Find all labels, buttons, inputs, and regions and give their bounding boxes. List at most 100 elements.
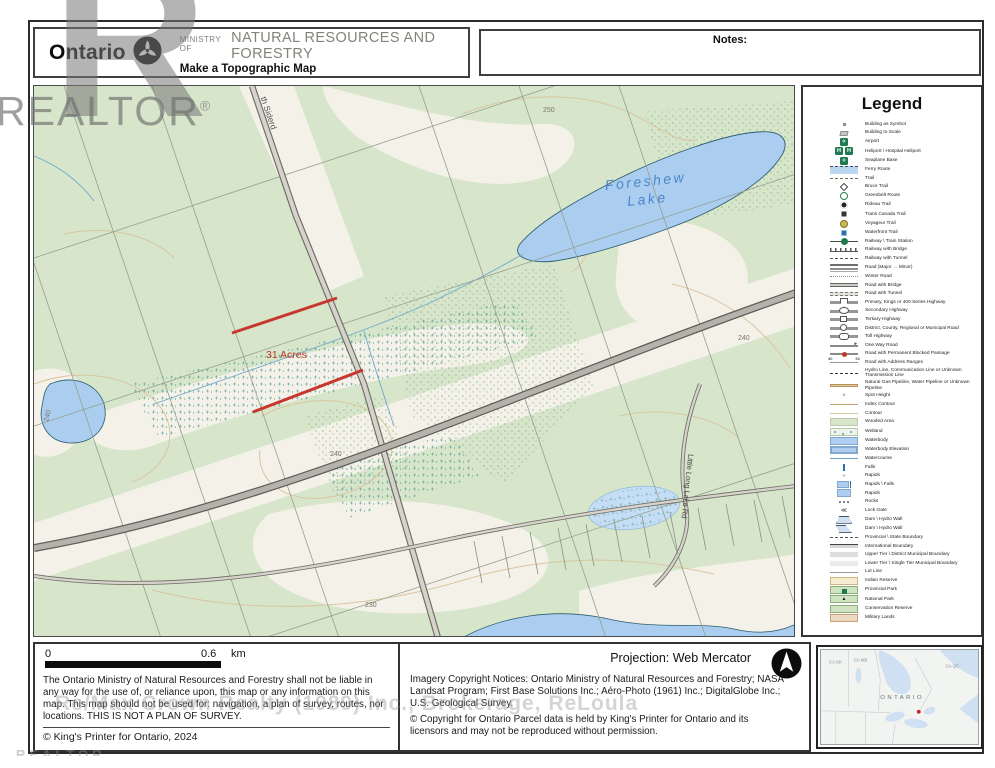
legend-item: Railway \ Train Station [827, 238, 981, 245]
legend-item-label: Watercourse [865, 456, 977, 462]
legend-item-label: Greenbelt Route [865, 193, 977, 199]
legend-item: Indian Reserve [827, 577, 981, 585]
legend-title: Legend [803, 94, 981, 114]
legend-swatch-hydro [827, 373, 861, 374]
legend-item: HHHeliport \ Hospital Heliport [827, 147, 981, 155]
location-dot [917, 709, 922, 714]
legend-swatch-railtun [827, 258, 861, 259]
legend-swatch-lot [827, 572, 861, 573]
ministry-block: MINISTRY OF NATURAL RESOURCES AND FOREST… [180, 30, 468, 75]
legend-swatch-indian [827, 577, 861, 585]
legend-item-label: Winter Road [865, 274, 977, 280]
legend-item: Wetland [827, 428, 981, 436]
legend-item-label: Road with Bridge [865, 283, 977, 289]
parcel-copyright: © Copyright for Ontario Parcel data is h… [410, 714, 799, 738]
projection-label: Projection: Web Mercator [410, 651, 751, 665]
legend-item: ››Rapids [827, 472, 981, 479]
legend-item-label: Tertiary Highway [865, 317, 977, 323]
legend-swatch-bruce [827, 184, 861, 190]
contour-label: 230 [365, 602, 377, 609]
locator-label-sk: CA SK [829, 660, 842, 665]
legend-item: ▲National Park [827, 595, 981, 603]
legend: Legend Building as Symbol Building to Sca… [801, 85, 983, 637]
legend-swatch-stream [827, 458, 861, 459]
legend-swatch-roadtun [827, 292, 861, 296]
legend-item-label: Railway with Bridge [865, 247, 977, 253]
locator-map-inner: CA SK CA MB CA QC ONTARIO [820, 649, 979, 745]
legend-swatch-hwy2 [827, 310, 861, 313]
legend-item: Road with Bridge [827, 282, 981, 289]
legend-swatch-roadmm [827, 264, 861, 272]
contour-label: 240 [330, 451, 342, 458]
legend-item-label: Lower Tier \ Single Tier Municipal Bound… [865, 561, 977, 567]
legend-item: Provincial Park [827, 586, 981, 594]
legend-item-label: Spot Height [865, 393, 977, 399]
legend-swatch-lock: ≪ [827, 507, 861, 514]
legend-swatch-railbr [827, 248, 861, 252]
legend-item-label: Toll Highway [865, 334, 977, 340]
legend-item-label: Railway with Tunnel [865, 256, 977, 262]
legend-item: Trail [827, 175, 981, 182]
legend-swatch-water [827, 437, 861, 445]
notes-box[interactable]: Notes: [479, 29, 981, 76]
legend-swatch-voyageur [827, 220, 861, 228]
legend-item-label: Upper Tier \ District Municipal Boundary [865, 552, 977, 558]
ministry-name: NATURAL RESOURCES AND FORESTRY [231, 30, 468, 62]
legend-item: Wooded Area [827, 418, 981, 426]
legend-swatch-spot: × [827, 393, 861, 399]
legend-swatch-iconS: ✈ [827, 157, 861, 165]
legend-item-label: District, County, Regional or Municipal … [865, 326, 977, 332]
legend-item-label: Lot Line [865, 569, 977, 575]
legend-item: Natural Gas Pipeline, Water Pipeline or … [827, 380, 981, 391]
legend-swatch-rapids: ›› [827, 473, 861, 479]
legend-swatch-wetland [827, 428, 861, 436]
legend-item: Waterbody [827, 437, 981, 445]
legend-item: Dam \ Hydro Wall [827, 525, 981, 533]
legend-swatch-falls [827, 464, 861, 471]
legend-swatch-rapfalls [827, 481, 861, 488]
topographic-map[interactable]: Foreshew Lake 31 Acres th Siderd Little … [33, 85, 795, 637]
legend-swatch-pipe [827, 384, 861, 388]
legend-item: 4062Road with Address Ranges [827, 359, 981, 366]
legend-item-label: Indian Reserve [865, 578, 977, 584]
legend-swatch-bprov [827, 537, 861, 538]
footer: 0 0.6 km The Ontario Ministry of Natural… [33, 642, 811, 752]
legend-item-label: Military Lands [865, 615, 977, 621]
legend-item: Provincial \ State Boundary [827, 534, 981, 541]
legend-swatch-hwyd [827, 327, 861, 330]
legend-swatch-wooded [827, 418, 861, 426]
legend-swatch-cont [827, 413, 861, 414]
legend-swatch-railstn [827, 241, 861, 243]
legend-swatch-toll [827, 335, 861, 338]
scale-unit-label: km [231, 648, 246, 660]
legend-item-label: Hydro Line, Communication Line or Unknow… [865, 368, 977, 379]
legend-item-label: International Boundary [865, 544, 977, 550]
legend-item: Lot Line [827, 568, 981, 575]
legend-item: Contour [827, 410, 981, 417]
legend-item: Winter Road [827, 273, 981, 280]
legend-item-label: Bruce Trail [865, 184, 977, 190]
app-title: Make a Topographic Map [180, 63, 468, 75]
printer-copyright: © King's Printer for Ontario, 2024 [43, 728, 390, 743]
legend-swatch-greenbelt [827, 192, 861, 200]
legend-item-label: Provincial Park [865, 587, 977, 593]
legend-swatch-dot [827, 123, 861, 126]
legend-item: Lower Tier \ Single Tier Municipal Bound… [827, 560, 981, 567]
legend-item-label: Provincial \ State Boundary [865, 535, 977, 541]
legend-swatch-dam1 [827, 516, 861, 524]
legend-item: Ferry Route [827, 166, 981, 174]
legend-swatch-winter [827, 276, 861, 277]
legend-item: Watercourse [827, 455, 981, 462]
legend-item: Building to Scale [827, 130, 981, 137]
legend-item-label: Heliport \ Hospital Heliport [865, 149, 977, 155]
legend-swatch-rideau [827, 201, 861, 209]
legend-items: Building as SymbolBuilding to Scale✈Airp… [803, 121, 981, 622]
legend-item-label: Building as Symbol [865, 122, 977, 128]
legend-item: Road (Major → Minor) [827, 264, 981, 272]
legend-item-label: Waterbody [865, 438, 977, 444]
legend-item-label: Rapids [865, 491, 977, 497]
legend-item: Secondary Highway [827, 308, 981, 315]
legend-item-label: Dam \ Hydro Wall [865, 526, 977, 532]
legend-item-label: Railway \ Train Station [865, 239, 977, 245]
legend-item: Waterfront Trail [827, 229, 981, 237]
